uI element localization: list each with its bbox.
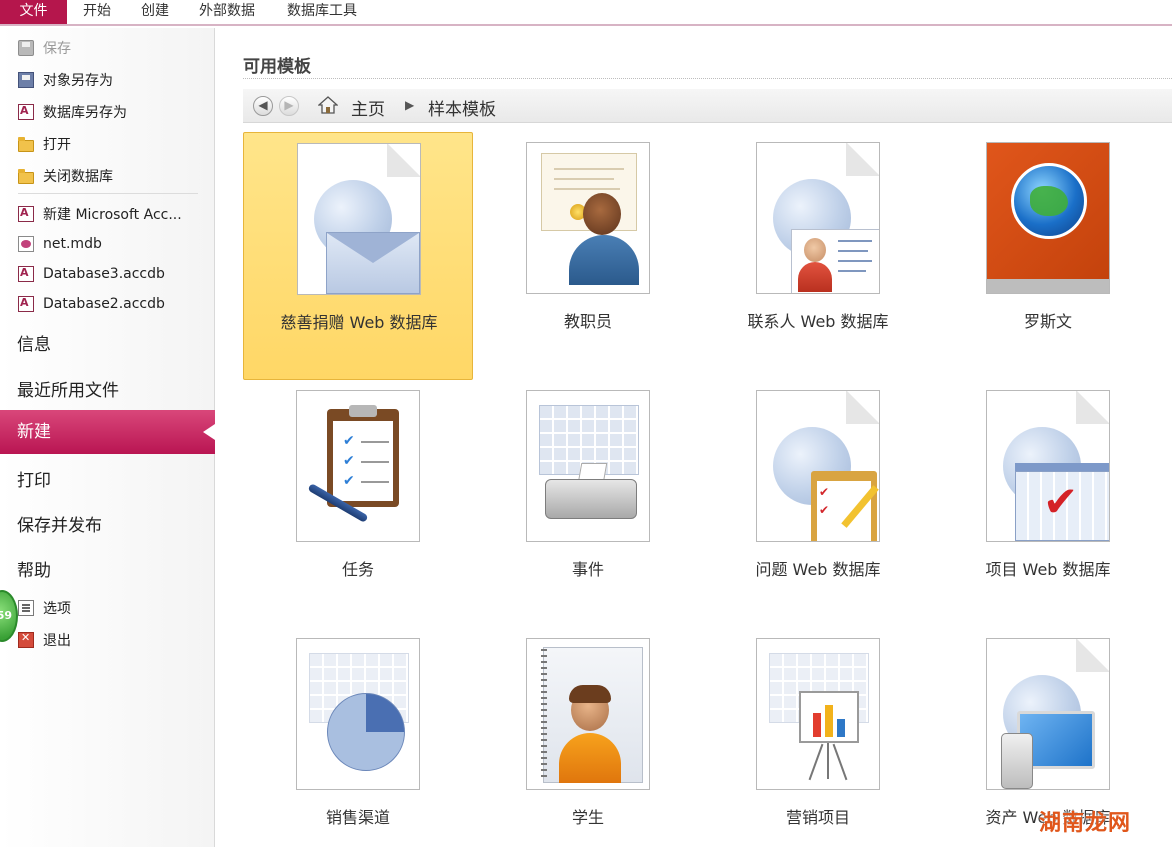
tab-database-tools[interactable]: 数据库工具 xyxy=(287,0,357,24)
template-label: 学生 xyxy=(571,808,604,827)
marketing-projects-icon xyxy=(756,638,880,790)
home-icon[interactable] xyxy=(318,96,338,114)
close-database-command[interactable]: 关闭数据库 xyxy=(18,164,113,188)
template-label: 教职员 xyxy=(563,312,612,331)
save-database-as-command[interactable]: 数据库另存为 xyxy=(18,100,127,124)
recent-file-item[interactable]: 新建 Microsoft Acc... xyxy=(18,202,182,226)
recent-file-label: Database3.accdb xyxy=(43,266,165,282)
template-label: 项目 Web 数据库 xyxy=(985,560,1111,579)
options-command[interactable]: 选项 xyxy=(18,596,71,620)
close-database-icon xyxy=(18,168,34,184)
template-label: 慈善捐赠 Web 数据库 xyxy=(280,313,438,332)
save-database-as-label: 数据库另存为 xyxy=(43,105,127,121)
access-file-icon xyxy=(18,206,34,222)
ribbon-tab-strip: 文件 开始 创建 外部数据 数据库工具 xyxy=(0,0,1172,26)
contacts-web-database-icon xyxy=(756,142,880,294)
open-command-label: 打开 xyxy=(43,137,71,153)
template-tile-charity[interactable]: 慈善捐赠 Web 数据库 xyxy=(243,132,473,380)
nav-save-and-publish[interactable]: 保存并发布 xyxy=(17,511,102,536)
issues-web-database-icon: ✔ ✔ xyxy=(756,390,880,542)
recent-file-label: Database2.accdb xyxy=(43,296,165,312)
save-database-as-icon xyxy=(18,104,34,120)
sales-pipeline-icon xyxy=(296,638,420,790)
nav-print[interactable]: 打印 xyxy=(17,466,51,491)
template-tile-northwind[interactable]: 罗斯文 xyxy=(933,132,1163,380)
breadcrumb-home[interactable]: 主页 xyxy=(351,95,385,120)
recent-file-label: 新建 Microsoft Acc... xyxy=(43,207,182,223)
exit-icon xyxy=(18,631,34,648)
recent-file-item[interactable]: Database2.accdb xyxy=(18,292,165,316)
close-database-label: 关闭数据库 xyxy=(43,169,113,185)
template-tile-contacts[interactable]: 联系人 Web 数据库 xyxy=(703,132,933,380)
access-file-icon xyxy=(18,266,34,282)
open-folder-icon xyxy=(18,136,34,152)
template-label: 联系人 Web 数据库 xyxy=(747,312,889,331)
access-file-icon xyxy=(18,296,34,312)
exit-command[interactable]: 退出 xyxy=(18,628,71,652)
projects-web-database-icon: ✔ xyxy=(986,390,1110,542)
recent-file-label: net.mdb xyxy=(43,236,102,252)
back-button[interactable]: ◀ xyxy=(253,96,273,116)
charity-web-database-icon xyxy=(297,143,421,295)
save-object-as-icon xyxy=(18,72,34,88)
tab-create[interactable]: 创建 xyxy=(141,0,169,24)
tab-file[interactable]: 文件 xyxy=(0,0,67,24)
template-label: 销售渠道 xyxy=(325,808,390,827)
open-command[interactable]: 打开 xyxy=(18,132,71,156)
template-label: 任务 xyxy=(341,560,374,579)
options-icon xyxy=(18,600,34,616)
nav-new[interactable]: 新建 xyxy=(0,410,215,454)
faculty-icon xyxy=(526,142,650,294)
template-label: 罗斯文 xyxy=(1023,312,1072,331)
site-watermark: 湖南龙网 xyxy=(1039,811,1132,836)
nav-help[interactable]: 帮助 xyxy=(17,556,51,581)
northwind-icon xyxy=(986,142,1110,294)
tab-home[interactable]: 开始 xyxy=(83,0,111,24)
students-icon xyxy=(526,638,650,790)
exit-label: 退出 xyxy=(43,633,71,649)
template-navigation-bar: ◀ ▶ 主页 ▶ 样本模板 xyxy=(243,89,1172,123)
breadcrumb-sample-templates[interactable]: 样本模板 xyxy=(428,95,496,120)
template-tile-faculty[interactable]: 教职员 xyxy=(473,132,703,380)
tab-external-data[interactable]: 外部数据 xyxy=(199,0,255,24)
assets-web-database-icon xyxy=(986,638,1110,790)
save-command-label: 保存 xyxy=(43,41,71,57)
template-tile-students[interactable]: 学生 xyxy=(473,628,703,847)
breadcrumb-chevron-icon: ▶ xyxy=(405,98,415,112)
section-divider xyxy=(243,78,1172,79)
save-command[interactable]: 保存 xyxy=(18,36,71,60)
nav-recent-files[interactable]: 最近所用文件 xyxy=(17,376,119,401)
events-icon xyxy=(526,390,650,542)
save-icon xyxy=(18,40,34,56)
template-label: 营销项目 xyxy=(785,808,850,827)
section-title: 可用模板 xyxy=(243,57,311,77)
template-tile-events[interactable]: 事件 xyxy=(473,380,703,628)
template-label: 问题 Web 数据库 xyxy=(755,560,881,579)
recent-file-item[interactable]: net.mdb xyxy=(18,232,102,256)
template-tile-marketing[interactable]: 营销项目 xyxy=(703,628,933,847)
nav-info[interactable]: 信息 xyxy=(17,330,51,355)
template-tile-tasks[interactable]: ✔ ✔ ✔ 任务 xyxy=(243,380,473,628)
forward-button[interactable]: ▶ xyxy=(279,96,299,116)
sidebar-divider xyxy=(18,193,198,194)
backstage-sidebar: 保存 对象另存为 数据库另存为 打开 关闭数据库 新建 Microsoft Ac… xyxy=(0,28,215,847)
save-object-as-command[interactable]: 对象另存为 xyxy=(18,68,113,92)
template-tile-issues[interactable]: ✔ ✔ 问题 Web 数据库 xyxy=(703,380,933,628)
tasks-clipboard-icon: ✔ ✔ ✔ xyxy=(296,390,420,542)
mdb-file-icon xyxy=(18,236,34,252)
template-tile-sales-pipeline[interactable]: 销售渠道 xyxy=(243,628,473,847)
options-label: 选项 xyxy=(43,601,71,617)
save-object-as-label: 对象另存为 xyxy=(43,73,113,89)
template-tile-projects[interactable]: ✔ 项目 Web 数据库 xyxy=(933,380,1163,628)
template-label: 事件 xyxy=(571,560,604,579)
templates-panel: 可用模板 ◀ ▶ 主页 ▶ 样本模板 慈善捐赠 Web 数据库 教职员 联系人 … xyxy=(216,28,1172,847)
recent-file-item[interactable]: Database3.accdb xyxy=(18,262,165,286)
